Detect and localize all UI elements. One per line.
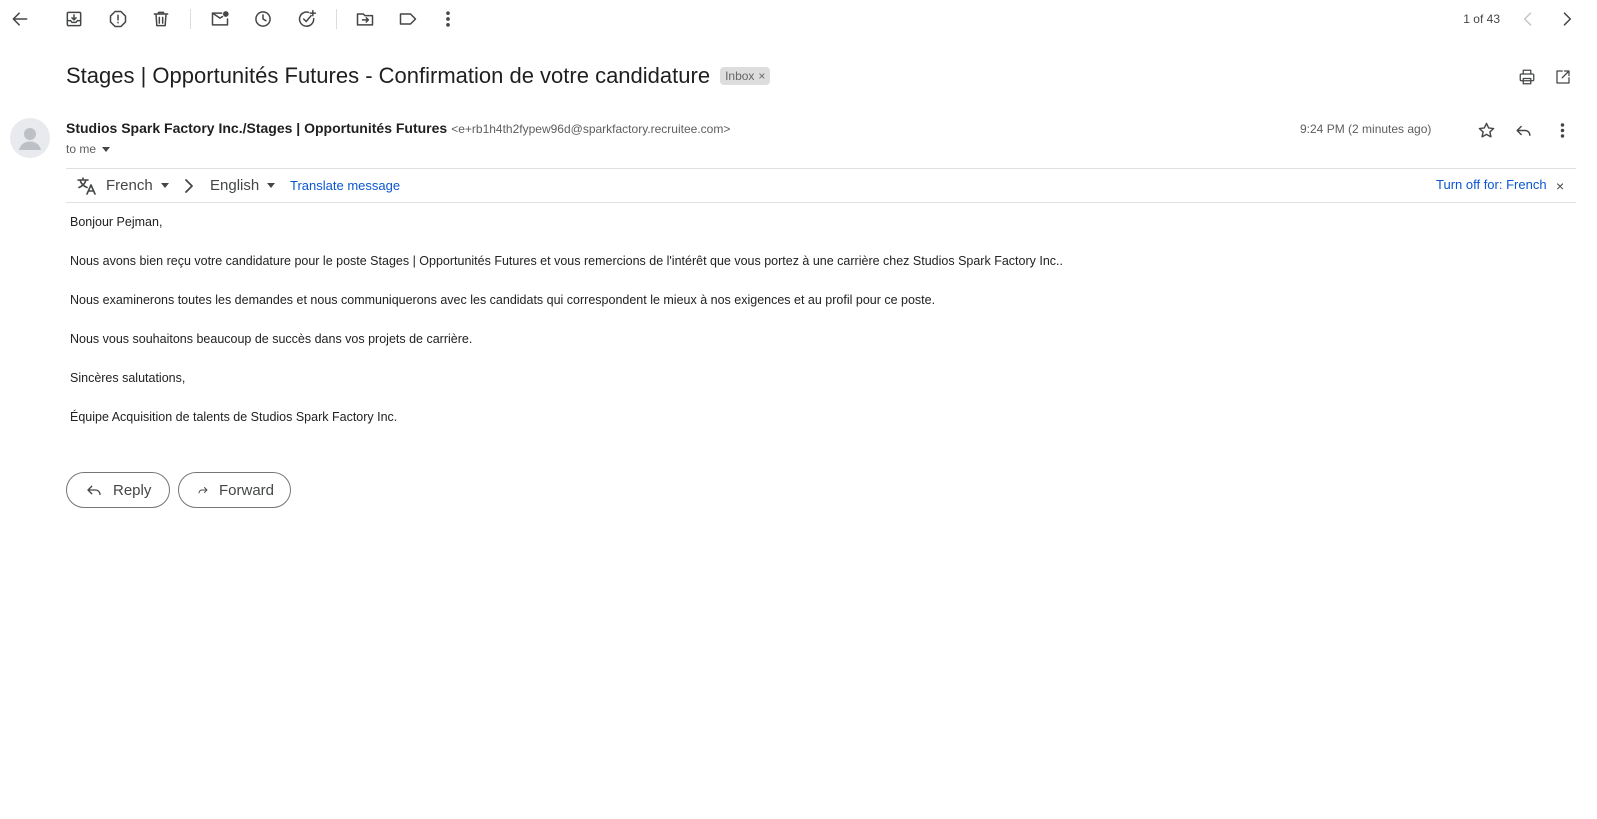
subject-row: Stages | Opportunités Futures - Confirma… xyxy=(66,60,771,92)
translate-icon xyxy=(76,176,98,196)
inbox-label-text: Inbox xyxy=(725,69,755,83)
target-language-label: English xyxy=(210,177,260,194)
email-subject: Stages | Opportunités Futures - Confirma… xyxy=(66,63,711,88)
sender-name[interactable]: Studios Spark Factory Inc./Stages | Oppo… xyxy=(66,120,447,136)
caret-down-icon xyxy=(267,183,276,188)
reply-icon xyxy=(87,485,101,496)
reply-button[interactable]: Reply xyxy=(66,472,170,508)
closing: Sincères salutations, xyxy=(70,371,186,385)
close-icon[interactable]: × xyxy=(1556,178,1564,194)
translate-bar: French English Translate message Turn of… xyxy=(66,168,1576,203)
more-vert-icon[interactable] xyxy=(434,5,462,33)
open-new-window-icon[interactable] xyxy=(1552,66,1574,88)
toolbar-divider xyxy=(336,9,337,29)
recipient-label: to me xyxy=(66,142,97,156)
snooze-icon[interactable] xyxy=(249,5,277,33)
inbox-label-chip[interactable]: Inbox × xyxy=(720,67,771,85)
more-vert-icon[interactable] xyxy=(1550,118,1574,142)
delete-icon[interactable] xyxy=(147,5,175,33)
greeting: Bonjour Pejman, xyxy=(70,215,163,229)
move-to-icon[interactable] xyxy=(351,5,379,33)
target-language-select[interactable]: English xyxy=(210,177,276,194)
forward-button[interactable]: Forward xyxy=(178,472,291,508)
forward-button-label: Forward xyxy=(218,481,274,499)
remove-label-icon[interactable]: × xyxy=(758,69,765,83)
body-paragraph: Nous vous souhaitons beaucoup de succès … xyxy=(70,332,473,346)
print-icon[interactable] xyxy=(1516,66,1538,88)
report-spam-icon[interactable] xyxy=(104,5,132,33)
message-timestamp: 9:24 PM (2 minutes ago) xyxy=(1300,122,1432,136)
reply-icon[interactable] xyxy=(1511,118,1535,142)
mark-unread-icon[interactable] xyxy=(206,5,234,33)
source-language-select[interactable]: French xyxy=(106,177,169,194)
source-language-label: French xyxy=(106,177,153,194)
caret-down-icon[interactable] xyxy=(102,146,111,152)
body-paragraph: Nous examinerons toutes les demandes et … xyxy=(70,293,936,307)
chevron-right-icon[interactable] xyxy=(1553,5,1581,33)
recipient-details-toggle[interactable]: to me xyxy=(66,142,111,156)
signature: Équipe Acquisition de talents de Studios… xyxy=(70,410,398,424)
body-paragraph: Nous avons bien reçu votre candidature p… xyxy=(70,254,1063,268)
back-arrow-icon[interactable] xyxy=(6,5,34,33)
star-icon[interactable] xyxy=(1474,118,1498,142)
label-icon[interactable] xyxy=(394,5,422,33)
top-toolbar: 1 of 43 xyxy=(0,0,1597,38)
archive-icon[interactable] xyxy=(60,5,88,33)
sender-email: <e+rb1h4th2fypew96d@sparkfactory.recruit… xyxy=(451,122,731,136)
turn-off-translation-link[interactable]: Turn off for: French xyxy=(1436,177,1547,192)
translate-message-link[interactable]: Translate message xyxy=(290,178,400,193)
reply-button-label: Reply xyxy=(113,481,152,499)
toolbar-divider xyxy=(190,9,191,29)
sender-line: Studios Spark Factory Inc./Stages | Oppo… xyxy=(66,120,730,136)
add-task-icon[interactable] xyxy=(293,5,321,33)
pager-count: 1 of 43 xyxy=(1463,12,1500,26)
caret-down-icon xyxy=(160,183,169,188)
chevron-left-icon[interactable] xyxy=(1514,5,1542,33)
avatar xyxy=(10,118,50,158)
forward-icon xyxy=(198,487,208,494)
chevron-right-icon xyxy=(182,177,196,195)
